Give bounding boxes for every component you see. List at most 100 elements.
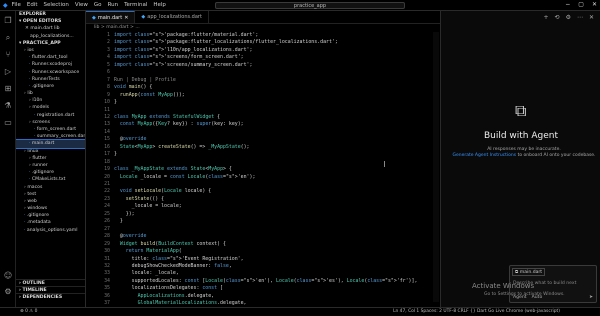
- run-debug-icon[interactable]: ▷: [3, 67, 13, 77]
- open-editor-item[interactable]: app_localizations...: [16, 33, 85, 40]
- tab-app-localizations[interactable]: ◆ app_localizations.dart: [135, 11, 209, 23]
- file-item[interactable]: · flutter.dart_tool: [16, 54, 85, 61]
- code-line[interactable]: }: [114, 99, 117, 105]
- code-line[interactable]: }: [114, 151, 117, 157]
- file-item[interactable]: · Runner.xcworkspace: [16, 69, 85, 76]
- close-icon[interactable]: ✕: [589, 14, 594, 21]
- menu-item-terminal[interactable]: Terminal: [124, 2, 147, 8]
- history-icon[interactable]: ⟲: [555, 14, 560, 21]
- open-editors-header[interactable]: ▾ OPEN EDITORS: [16, 18, 85, 25]
- file-item[interactable]: · CMakeLists.txt: [16, 176, 85, 183]
- code-line[interactable]: GlobalMaterialLocalizations.delegate,: [114, 300, 247, 306]
- problems-indicator[interactable]: ⊗ 0 ⚠ 0: [20, 309, 37, 314]
- testing-icon[interactable]: ⚗: [3, 101, 13, 111]
- code-line[interactable]: import class="s">'screens/summary_screen…: [114, 62, 252, 68]
- menu-item-edit[interactable]: Edit: [27, 2, 38, 8]
- code-line[interactable]: AppLocalizations.delegate,: [114, 293, 215, 299]
- send-icon[interactable]: ➤: [589, 295, 593, 300]
- folder-item[interactable]: › runner: [16, 162, 85, 169]
- code-line[interactable]: Run | Debug | Profile: [114, 77, 176, 83]
- folder-item[interactable]: › test: [16, 191, 85, 198]
- code-line[interactable]: void setLocale(Locale locale) {: [114, 188, 211, 194]
- maximize-button[interactable]: ▢: [578, 1, 584, 8]
- menu-item-view[interactable]: View: [75, 2, 88, 8]
- extensions-icon[interactable]: ⊞: [3, 84, 13, 94]
- menu-item-selection[interactable]: Selection: [44, 2, 69, 8]
- code-line[interactable]: runApp(const MyApp());: [114, 92, 185, 98]
- file-item[interactable]: · summary_screen.dart: [16, 133, 85, 140]
- dependencies-header[interactable]: › DEPENDENCIES: [16, 293, 85, 300]
- file-item[interactable]: · analysis_options.yaml: [16, 227, 85, 234]
- folder-item[interactable]: › ios: [16, 47, 85, 54]
- code-line[interactable]: debugShowCheckedModeBanner: false,: [114, 263, 232, 269]
- code-line[interactable]: class _MyAppState extends State<MyApp> {: [114, 166, 232, 172]
- outline-header[interactable]: › OUTLINE: [16, 279, 85, 286]
- context-chip[interactable]: ⧉ main.dart: [512, 268, 546, 276]
- breadcrumb[interactable]: lib > main.dart > ...: [86, 24, 440, 32]
- code-line[interactable]: title: class="s">'Event Registration',: [114, 256, 244, 262]
- file-item[interactable]: · form_screen.dart: [16, 126, 85, 133]
- file-item[interactable]: · Runner.xcodeproj: [16, 61, 85, 68]
- file-item[interactable]: · .gitignore: [16, 169, 85, 176]
- timeline-header[interactable]: › TIMELINE: [16, 286, 85, 293]
- code-line[interactable]: void main() {: [114, 84, 152, 90]
- open-editor-item[interactable]: ✕ main.dart lib: [16, 25, 85, 32]
- file-item[interactable]: · .gitignore: [16, 212, 85, 219]
- project-header[interactable]: ▾ PRACTICE_APP: [16, 40, 85, 47]
- folder-item[interactable]: › screens: [16, 119, 85, 126]
- file-item[interactable]: · registration.dart: [16, 112, 85, 119]
- code-line[interactable]: return MaterialApp(: [114, 248, 182, 254]
- line-number: 37: [104, 300, 110, 307]
- settings-icon[interactable]: ⚙: [566, 14, 571, 21]
- close-icon[interactable]: ✕: [124, 15, 128, 21]
- folder-item[interactable]: › models: [16, 104, 85, 111]
- code-line[interactable]: import class="s">'package:flutter/materi…: [114, 32, 258, 38]
- menu-item-file[interactable]: File: [12, 2, 21, 8]
- code-line[interactable]: Widget build(BuildContext context) {: [114, 241, 226, 247]
- code-line[interactable]: locale: _locale,: [114, 270, 179, 276]
- file-item[interactable]: · .gitignore: [16, 83, 85, 90]
- minimap[interactable]: [433, 32, 439, 302]
- code-line[interactable]: localizationsDelegates: const [: [114, 285, 223, 291]
- code-line[interactable]: import class="s">'l10n/app_localizations…: [114, 47, 252, 53]
- code-line[interactable]: _locale = locale;: [114, 203, 182, 209]
- code-line[interactable]: import class="s">'package:flutter_locali…: [114, 39, 338, 45]
- more-icon[interactable]: ⋯: [577, 14, 583, 21]
- folder-item[interactable]: › windows: [16, 205, 85, 212]
- command-center-search[interactable]: practice_app: [215, 2, 405, 9]
- code-line[interactable]: import class="s">'screens/form_screen.da…: [114, 54, 244, 60]
- folder-item[interactable]: › lib: [16, 90, 85, 97]
- folder-item[interactable]: › web: [16, 198, 85, 205]
- code-line[interactable]: setState(() {: [114, 196, 164, 202]
- file-item[interactable]: · RunnerTests: [16, 76, 85, 83]
- folder-item[interactable]: › macos: [16, 184, 85, 191]
- code-line[interactable]: });: [114, 211, 135, 217]
- menu-item-go[interactable]: Go: [94, 2, 102, 8]
- account-icon[interactable]: ☺: [3, 271, 13, 281]
- code-line[interactable]: const MyApp({Key? key}) : super(key: key…: [114, 121, 244, 127]
- menu-item-help[interactable]: Help: [153, 2, 166, 8]
- generate-instructions-link[interactable]: Generate Agent Instructions: [452, 153, 516, 158]
- close-button[interactable]: ✕: [592, 1, 597, 8]
- code-line[interactable]: }: [114, 218, 123, 224]
- settings-gear-icon[interactable]: ⚙: [3, 287, 13, 297]
- folder-item[interactable]: › l10n: [16, 97, 85, 104]
- code-line[interactable]: @override: [114, 233, 147, 239]
- file-item[interactable]: · .metadata: [16, 219, 85, 226]
- code-line[interactable]: class MyApp extends StatefulWidget {: [114, 114, 220, 120]
- menu-item-run[interactable]: Run: [108, 2, 119, 8]
- explorer-icon[interactable]: ❐: [3, 16, 13, 26]
- source-control-icon[interactable]: ⑂: [3, 50, 13, 60]
- search-icon[interactable]: ⌕: [3, 33, 13, 43]
- code-line[interactable]: State<MyApp> createState() => _MyAppStat…: [114, 144, 250, 150]
- minimize-button[interactable]: −: [565, 1, 570, 8]
- folder-item[interactable]: › flutter: [16, 155, 85, 162]
- code-line[interactable]: @override: [114, 136, 147, 142]
- new-chat-icon[interactable]: +: [544, 14, 549, 21]
- file-item[interactable]: · main.dart: [16, 139, 85, 149]
- code-line[interactable]: Locale _locale = const Locale(class="s">…: [114, 174, 256, 180]
- tab-main-dart[interactable]: ◆ main.dart ✕: [86, 11, 136, 23]
- code-line[interactable]: supportedLocales: const [Locale(class="s…: [114, 278, 418, 284]
- remote-explorer-icon[interactable]: ▭: [3, 118, 13, 128]
- folder-item[interactable]: › linux: [16, 148, 85, 155]
